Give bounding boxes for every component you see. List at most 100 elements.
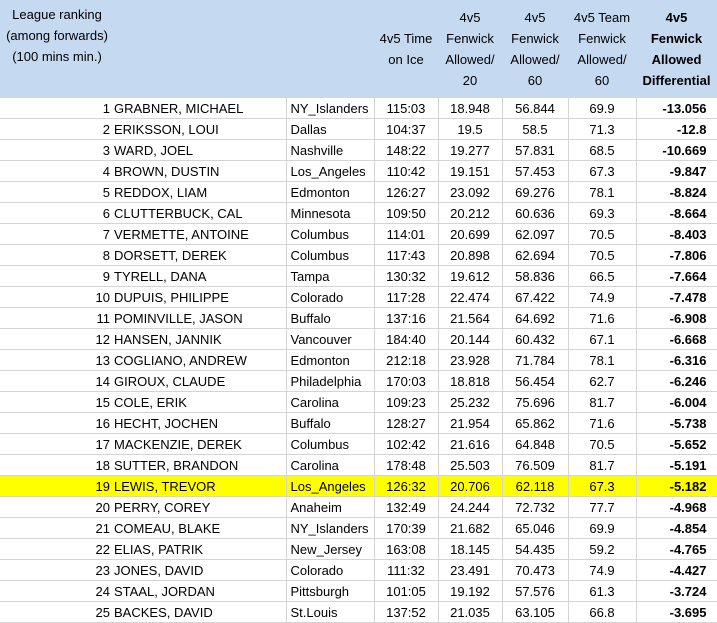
table-row: 14 GIROUX, CLAUDE Philadelphia 170:03 18.818… [0, 370, 717, 392]
cell-team: Carolina [286, 391, 375, 413]
cell-team: Colorado [286, 559, 375, 581]
cell-player: TYRELL, DANA [114, 265, 287, 287]
cell-player: BACKES, DAVID [114, 601, 287, 623]
cell-fa60: 56.844 [502, 98, 569, 119]
table-row: 25 BACKES, DAVID St.Louis 137:52 21.035 63.10… [0, 601, 717, 623]
cell-diff: -5.191 [636, 454, 717, 476]
header-diff: 4v5 Fenwick Allowed Differential [636, 0, 717, 98]
cell-team-fa60: 59.2 [568, 538, 637, 560]
cell-diff: -7.664 [636, 265, 717, 287]
cell-fa20: 23.491 [438, 559, 503, 581]
cell-rank: 16 [0, 412, 114, 434]
cell-player: STAAL, JORDAN [114, 580, 287, 602]
cell-player: ERIKSSON, LOUI [114, 118, 287, 140]
cell-player: HANSEN, JANNIK [114, 328, 287, 350]
cell-diff: -7.806 [636, 244, 717, 266]
cell-team: Colorado [286, 286, 375, 308]
cell-diff: -9.847 [636, 160, 717, 182]
table-header: League ranking (among forwards) (100 min… [0, 0, 717, 98]
cell-toi: 126:32 [374, 475, 439, 497]
cell-toi: 170:03 [374, 370, 439, 392]
cell-diff: -4.854 [636, 517, 717, 539]
cell-team-fa60: 78.1 [568, 181, 637, 203]
cell-fa60: 76.509 [502, 454, 569, 476]
cell-fa60: 62.097 [502, 223, 569, 245]
cell-team-fa60: 71.6 [568, 307, 637, 329]
table-row: 5 REDDOX, LIAM Edmonton 126:27 23.092 69.276 7… [0, 181, 717, 203]
cell-team-fa60: 67.3 [568, 475, 637, 497]
table-row: 15 COLE, ERIK Carolina 109:23 25.232 75.696 81… [0, 391, 717, 413]
cell-team-fa60: 61.3 [568, 580, 637, 602]
cell-fa20: 23.928 [438, 349, 503, 371]
cell-team: Philadelphia [286, 370, 375, 392]
cell-player: DORSETT, DEREK [114, 244, 287, 266]
cell-team-fa60: 71.6 [568, 412, 637, 434]
table-row: 16 HECHT, JOCHEN Buffalo 128:27 21.954 65.862… [0, 412, 717, 434]
cell-team-fa60: 69.9 [568, 98, 637, 119]
cell-toi: 184:40 [374, 328, 439, 350]
cell-team-fa60: 70.5 [568, 244, 637, 266]
cell-toi: 137:16 [374, 307, 439, 329]
table-row: 1 GRABNER, MICHAEL NY_Islanders 115:03 18.94… [0, 98, 717, 119]
cell-team-fa60: 74.9 [568, 559, 637, 581]
header-fa20: 4v5 Fenwick Allowed/ 20 [438, 0, 502, 98]
cell-rank: 20 [0, 496, 114, 518]
header-toi: 4v5 Time on Ice [374, 0, 438, 98]
cell-diff: -6.668 [636, 328, 717, 350]
cell-fa20: 23.092 [438, 181, 503, 203]
cell-player: LEWIS, TREVOR [114, 475, 287, 497]
cell-diff: -6.246 [636, 370, 717, 392]
cell-fa20: 18.818 [438, 370, 503, 392]
table-body: 1 GRABNER, MICHAEL NY_Islanders 115:03 18.94… [0, 98, 717, 623]
cell-fa60: 67.422 [502, 286, 569, 308]
cell-diff: -4.968 [636, 496, 717, 518]
table-row: 10 DUPUIS, PHILIPPE Colorado 117:28 22.474 67… [0, 286, 717, 308]
cell-player: COMEAU, BLAKE [114, 517, 287, 539]
cell-fa60: 57.576 [502, 580, 569, 602]
cell-team: Anaheim [286, 496, 375, 518]
table-row: 4 BROWN, DUSTIN Los_Angeles 110:42 19.151 57.… [0, 160, 717, 182]
cell-rank: 17 [0, 433, 114, 455]
cell-team-fa60: 69.9 [568, 517, 637, 539]
header-player [114, 0, 286, 98]
cell-rank: 18 [0, 454, 114, 476]
cell-fa20: 25.232 [438, 391, 503, 413]
cell-fa60: 71.784 [502, 349, 569, 371]
cell-team: Los_Angeles [286, 160, 375, 182]
cell-player: GIROUX, CLAUDE [114, 370, 287, 392]
cell-fa60: 75.696 [502, 391, 569, 413]
cell-rank: 21 [0, 517, 114, 539]
table-row: 18 SUTTER, BRANDON Carolina 178:48 25.503 76.… [0, 454, 717, 476]
cell-fa60: 64.848 [502, 433, 569, 455]
cell-team-fa60: 67.1 [568, 328, 637, 350]
header-rank: League ranking (among forwards) (100 min… [0, 0, 114, 98]
cell-team: Buffalo [286, 412, 375, 434]
cell-toi: 101:05 [374, 580, 439, 602]
cell-diff: -13.056 [636, 98, 717, 119]
cell-fa60: 70.473 [502, 559, 569, 581]
cell-team: Pittsburgh [286, 580, 375, 602]
cell-rank: 13 [0, 349, 114, 371]
table-row: 13 COGLIANO, ANDREW Edmonton 212:18 23.928 71… [0, 349, 717, 371]
cell-toi: 115:03 [374, 98, 439, 119]
cell-toi: 102:42 [374, 433, 439, 455]
cell-fa20: 21.682 [438, 517, 503, 539]
cell-fa60: 62.694 [502, 244, 569, 266]
cell-team: Edmonton [286, 181, 375, 203]
table-row: 23 JONES, DAVID Colorado 111:32 23.491 70.473… [0, 559, 717, 581]
cell-toi: 137:52 [374, 601, 439, 623]
cell-player: SUTTER, BRANDON [114, 454, 287, 476]
cell-fa20: 19.5 [438, 118, 503, 140]
cell-fa20: 21.035 [438, 601, 503, 623]
table-row: 11 POMINVILLE, JASON Buffalo 137:16 21.564 64… [0, 307, 717, 329]
cell-team: Vancouver [286, 328, 375, 350]
cell-fa20: 24.244 [438, 496, 503, 518]
table-row: 17 MACKENZIE, DEREK Columbus 102:42 21.616 64… [0, 433, 717, 455]
cell-team-fa60: 70.5 [568, 223, 637, 245]
cell-rank: 14 [0, 370, 114, 392]
table-row: 9 TYRELL, DANA Tampa 130:32 19.612 58.836 66.5… [0, 265, 717, 287]
cell-fa60: 58.5 [502, 118, 569, 140]
cell-player: HECHT, JOCHEN [114, 412, 287, 434]
cell-toi: 148:22 [374, 139, 439, 161]
cell-player: ELIAS, PATRIK [114, 538, 287, 560]
